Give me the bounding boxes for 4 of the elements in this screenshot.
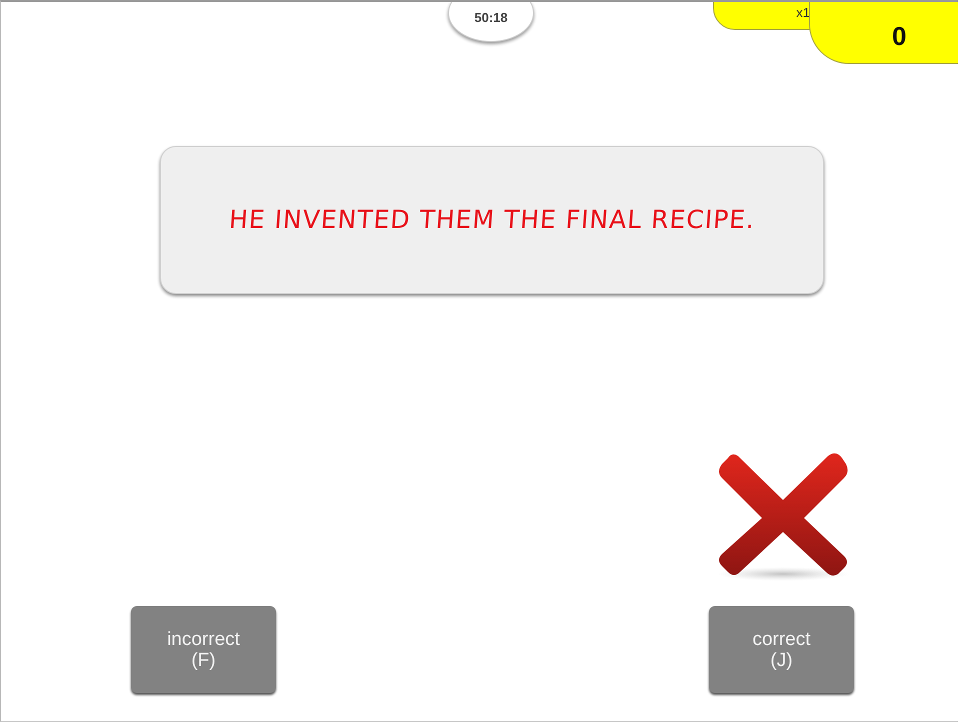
answer-button[interactable]: incorrect (F)	[131, 606, 276, 693]
timer: 50:18	[448, 2, 534, 42]
answer-button[interactable]: correct (J)	[709, 606, 854, 693]
sentence-text: HE INVENTED THEM THE FINAL RECIPE.	[227, 204, 757, 236]
